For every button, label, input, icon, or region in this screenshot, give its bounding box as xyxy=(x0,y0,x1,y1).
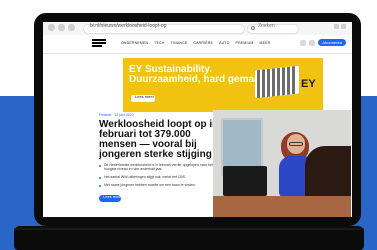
ad-stripe xyxy=(267,68,270,98)
ad-stripe xyxy=(272,68,275,97)
article-breadcrumb[interactable]: Finance · 12 juni 2023 xyxy=(99,113,134,117)
ad-stripe xyxy=(287,66,290,95)
ad-stripe xyxy=(292,66,295,95)
browser-bar: bi.nl/nieuws/werkloosheid-loopt-op Zoeke… xyxy=(43,22,352,36)
bullet-text: Het aantal WW-uitkeringen stijgt ook, me… xyxy=(104,175,187,179)
ad-stripes-graphic xyxy=(255,65,299,99)
primary-nav: ONDERNEMEN TECH FINANCE CARRIÈRE AUTO PR… xyxy=(121,41,270,45)
bullet-dot-icon xyxy=(99,177,101,179)
article-section: Finance · 12 juni 2023 Werkloosheid loop… xyxy=(61,110,352,217)
bullet-dot-icon xyxy=(99,185,101,187)
bullet-item: Met name jongeren hebben moeite om een b… xyxy=(99,183,219,187)
browser-search-box[interactable]: Zoeken xyxy=(247,23,299,34)
bullet-item: De Nederlandse werkloosheid is in februa… xyxy=(99,163,219,171)
ad-cta-label: Lees meer xyxy=(135,94,154,99)
account-icon[interactable] xyxy=(309,39,316,46)
read-more-button[interactable]: Lees meer xyxy=(99,194,122,202)
browser-right-icons xyxy=(334,24,346,29)
back-icon[interactable] xyxy=(48,24,55,31)
menu-icon[interactable] xyxy=(341,24,346,29)
ad-stripe xyxy=(282,67,285,96)
ad-stripe xyxy=(262,69,265,98)
browser-search-placeholder: Zoeken xyxy=(258,23,275,29)
browser-nav-icons xyxy=(48,24,75,31)
site-header: ONDERNEMEN TECH FINANCE CARRIÈRE AUTO PR… xyxy=(43,35,352,54)
site-logo-mark xyxy=(91,38,107,50)
subscribe-button[interactable]: Abonneren xyxy=(318,39,346,46)
nav-item-premium[interactable]: PREMIUM xyxy=(236,41,254,45)
bullet-dot-icon xyxy=(99,165,101,167)
hero-glasses xyxy=(289,142,303,146)
nav-item-meer[interactable]: MEER xyxy=(259,41,270,45)
bullet-text: De Nederlandse werkloosheid is in februa… xyxy=(104,163,213,171)
ad-banner[interactable]: EY Sustainability. Duurzaamheid, hard ge… xyxy=(123,58,323,112)
hero-image[interactable] xyxy=(213,110,351,217)
laptop: bi.nl/nieuws/werkloosheid-loopt-op Zoeke… xyxy=(34,13,361,226)
forward-icon[interactable] xyxy=(58,24,65,31)
ad-stripe xyxy=(277,67,280,96)
article-bullets: De Nederlandse werkloosheid is in februa… xyxy=(99,163,219,191)
ad-stripe xyxy=(257,69,260,99)
address-bar[interactable]: bi.nl/nieuws/werkloosheid-loopt-op xyxy=(83,23,245,34)
nav-item-auto[interactable]: AUTO xyxy=(219,41,229,45)
article-headline[interactable]: Werkloosheid loopt op in februari tot 37… xyxy=(99,120,219,160)
reload-icon[interactable] xyxy=(68,24,75,31)
ad-headline-line-2: Duurzaamheid, hard gemaakt. xyxy=(129,74,272,85)
header-right: Abonneren xyxy=(300,39,346,46)
ad-logo: EY xyxy=(301,78,316,90)
hero-monitor xyxy=(223,166,267,196)
nav-item-tech[interactable]: TECH xyxy=(154,41,164,45)
hero-desk xyxy=(213,196,351,217)
nav-item-carriere[interactable]: CARRIÈRE xyxy=(193,41,213,45)
screen: bi.nl/nieuws/werkloosheid-loopt-op Zoeke… xyxy=(43,22,352,217)
nav-item-ondernemen[interactable]: ONDERNEMEN xyxy=(121,41,148,45)
extensions-icon[interactable] xyxy=(334,24,339,29)
search-icon xyxy=(251,26,255,30)
bullet-text: Met name jongeren hebben moeite om een b… xyxy=(104,183,196,187)
ad-cta-button[interactable]: Lees meer xyxy=(131,94,155,102)
nav-item-finance[interactable]: FINANCE xyxy=(171,41,188,45)
read-more-label: Lees meer xyxy=(103,194,122,199)
address-text: bi.nl/nieuws/werkloosheid-loopt-op xyxy=(90,23,167,29)
bullet-item: Het aantal WW-uitkeringen stijgt ook, me… xyxy=(99,175,219,179)
site-search-icon[interactable] xyxy=(300,39,307,46)
laptop-base xyxy=(14,226,364,250)
